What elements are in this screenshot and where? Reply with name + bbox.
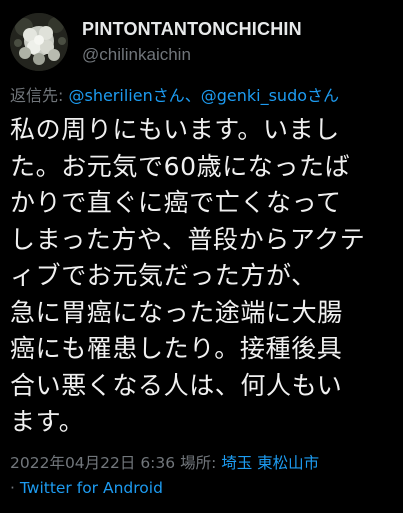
source-row: · Twitter for Android [10, 476, 395, 501]
tweet: PINTONTANTONCHICHIN @chilinkaichin 返信先: … [0, 0, 403, 513]
timestamp-location-row: 2022年04月22日 6:36 場所: 埼玉 東松山市 [10, 451, 395, 476]
tweet-body-line: 私の周りにもいます。いまし [10, 115, 340, 144]
tweet-body-line: た。お元気で60歳になったば [10, 151, 351, 181]
tweet-body-line: ます。 [10, 407, 85, 436]
user-handle[interactable]: @chilinkaichin [82, 43, 302, 67]
tweet-body: 私の周りにもいます。いまし た。お元気で60歳になったば かりで直ぐに癌で亡くな… [10, 112, 395, 441]
display-name[interactable]: PINTONTANTONCHICHIN [82, 17, 302, 41]
reply-prefix: 返信先: [10, 86, 69, 105]
source-link[interactable]: Twitter for Android [20, 479, 163, 497]
avatar[interactable] [10, 13, 68, 71]
source-prefix: · [10, 478, 20, 497]
tweet-body-line: 急に胃癌になった途端に大腸 [10, 297, 343, 327]
tweet-metadata: 2022年04月22日 6:36 場所: 埼玉 東松山市 · Twitter f… [10, 451, 395, 501]
location-label: 場所: [175, 453, 222, 472]
flower-avatar-image [10, 13, 68, 71]
mention-link-genki-sudo[interactable]: @genki_sudoさん [201, 86, 339, 105]
timestamp[interactable]: 2022年04月22日 6:36 [10, 454, 175, 472]
mention-separator: 、 [184, 86, 201, 105]
tweet-body-line: ィブでお元気だった方が、 [10, 261, 317, 290]
tweet-header: PINTONTANTONCHICHIN @chilinkaichin [10, 13, 395, 71]
location-link[interactable]: 埼玉 東松山市 [221, 454, 319, 472]
mention-link-sherilien[interactable]: @sherilienさん [68, 86, 184, 105]
tweet-body-line: 癌にも罹患したり。接種後具 [10, 334, 343, 363]
tweet-body-line: かりで直ぐに癌で亡くなって [10, 188, 342, 217]
reply-to-line: 返信先: @sherilienさん、@genki_sudoさん [10, 86, 395, 106]
tweet-body-line: 合い悪くなる人は、何人もい [10, 370, 343, 400]
tweet-body-line: しまった方や、普段からアクテ [10, 224, 366, 254]
user-names: PINTONTANTONCHICHIN @chilinkaichin [82, 17, 302, 67]
